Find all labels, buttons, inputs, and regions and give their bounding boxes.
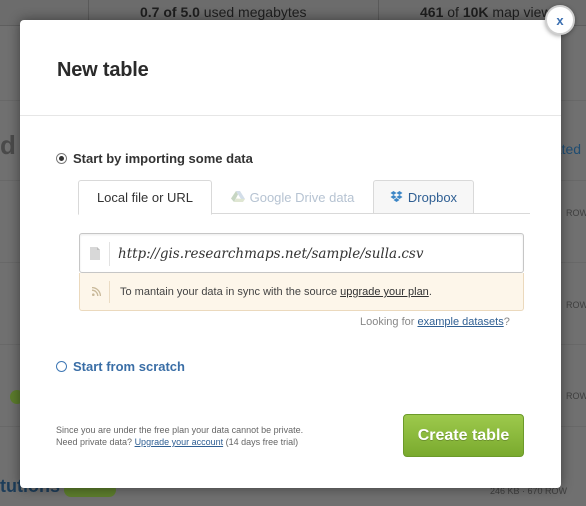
- storage-usage: 0.7 of 5.0 used megabytes: [140, 4, 307, 20]
- free-plan-note: Since you are under the free plan your d…: [56, 425, 304, 435]
- tab-google-drive[interactable]: Google Drive data: [212, 180, 373, 214]
- map-views-total: 10K: [462, 4, 489, 20]
- background-row-count: ROW: [566, 208, 586, 218]
- url-field-container: [79, 233, 524, 273]
- tab-google-drive-label: Google Drive data: [249, 189, 355, 205]
- example-datasets-prompt: Looking for example datasets?: [360, 316, 510, 328]
- private-data-line: Need private data? Upgrade your account …: [56, 436, 303, 448]
- private-data-note: Since you are under the free plan your d…: [56, 424, 303, 448]
- example-prompt-prefix: Looking for: [360, 316, 418, 328]
- file-icon: [90, 247, 100, 265]
- scratch-option-radio[interactable]: [56, 361, 67, 372]
- sync-notice-text: To mantain your data in sync with the so…: [120, 286, 432, 298]
- close-icon: x: [556, 12, 564, 28]
- create-table-button[interactable]: Create table: [403, 414, 524, 457]
- new-table-dialog: New table Start by importing some data L…: [20, 20, 561, 488]
- tab-local-file-label: Local file or URL: [96, 190, 194, 205]
- upgrade-plan-link[interactable]: upgrade your plan: [340, 286, 429, 298]
- header-divider: [20, 115, 561, 116]
- tab-local-file[interactable]: Local file or URL: [78, 180, 212, 215]
- import-option-radio[interactable]: [56, 153, 67, 164]
- url-input[interactable]: [118, 243, 518, 265]
- private-data-prefix: Need private data?: [56, 437, 135, 447]
- map-views-usage: 461 of 10K map views: [420, 4, 559, 20]
- tab-dropbox[interactable]: Dropbox: [373, 180, 474, 214]
- sync-notice: To mantain your data in sync with the so…: [79, 273, 524, 311]
- dropbox-icon: [390, 191, 403, 203]
- close-button[interactable]: x: [545, 5, 575, 35]
- tab-dropbox-label: Dropbox: [407, 189, 458, 205]
- storage-usage-suffix: used megabytes: [199, 4, 307, 20]
- background-row-count: ROW: [566, 391, 586, 401]
- dialog-title: New table: [57, 59, 149, 81]
- example-prompt-suffix: ?: [503, 316, 510, 328]
- background-row-count: ROW: [566, 300, 586, 310]
- google-drive-icon: [230, 191, 245, 203]
- storage-usage-value: 0.7 of 5.0: [140, 4, 200, 20]
- rss-feed-icon: [91, 286, 102, 299]
- import-option-label[interactable]: Start by importing some data: [73, 151, 253, 166]
- upgrade-account-link[interactable]: Upgrade your account: [135, 437, 224, 447]
- free-trial-note: (14 days free trial): [223, 437, 299, 447]
- example-datasets-link[interactable]: example datasets: [417, 316, 503, 328]
- url-field-divider: [109, 242, 110, 266]
- scratch-option-label[interactable]: Start from scratch: [73, 359, 185, 374]
- sync-notice-divider: [109, 281, 110, 303]
- sync-notice-end: .: [428, 286, 432, 298]
- sync-notice-message: To mantain your data in sync with the so…: [120, 286, 341, 298]
- background-heading-fragment: d: [0, 130, 16, 160]
- map-views-mid: of: [443, 4, 463, 20]
- map-views-value: 461: [420, 4, 444, 20]
